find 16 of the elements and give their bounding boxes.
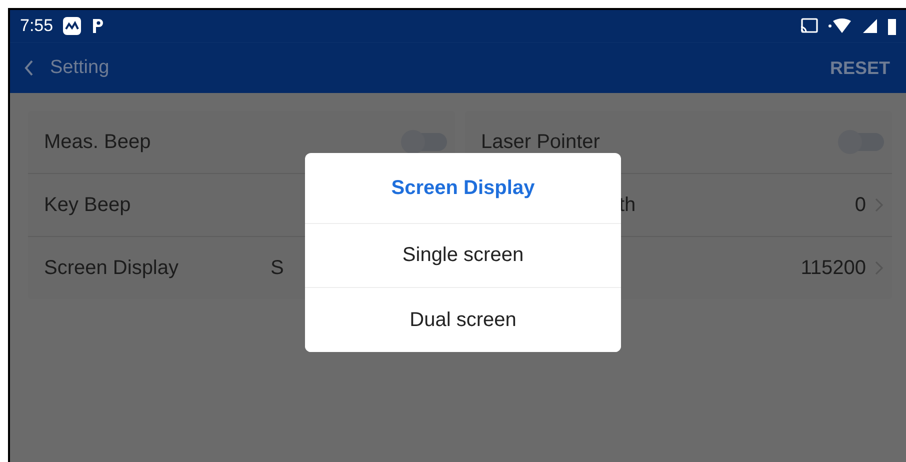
- setting-label: Laser Pointer: [481, 130, 600, 154]
- app-icon: [91, 17, 106, 35]
- battery-icon: [888, 17, 896, 35]
- setting-value: S: [270, 256, 284, 280]
- page-title: Setting: [50, 57, 110, 79]
- setting-label: Key Beep: [44, 194, 131, 216]
- setting-label: Screen Display: [44, 256, 179, 280]
- wifi-icon: [828, 18, 852, 34]
- app-icon: [63, 17, 82, 35]
- setting-value: 0: [854, 194, 866, 216]
- cast-icon: [800, 18, 818, 34]
- setting-value: 115200: [800, 256, 866, 280]
- setting-label: Meas. Beep: [44, 130, 151, 154]
- signal-icon: [862, 18, 878, 34]
- status-time: 7:55: [20, 16, 54, 36]
- back-icon[interactable]: [24, 59, 34, 77]
